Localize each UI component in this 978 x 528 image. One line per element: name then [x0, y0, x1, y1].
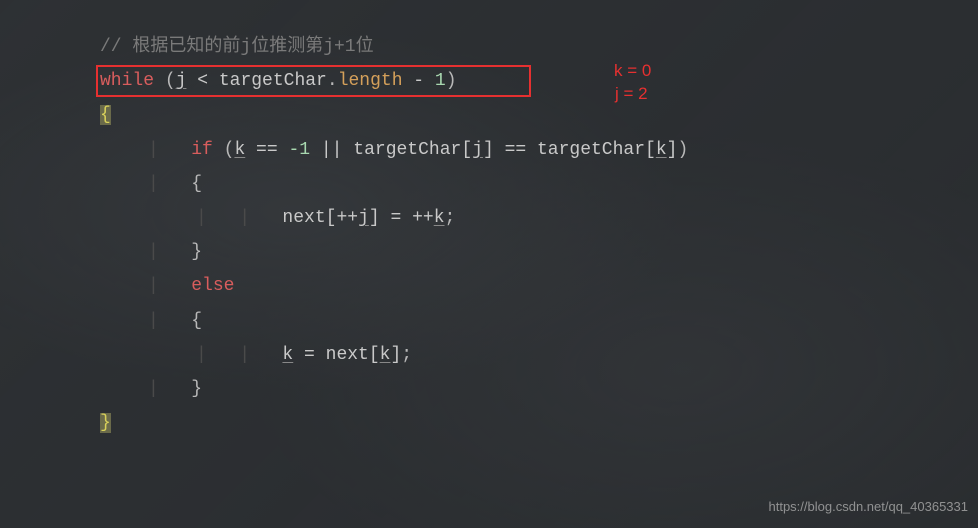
- code-line-else-brace-open: | {: [100, 304, 978, 338]
- watermark-text: https://blog.csdn.net/qq_40365331: [769, 495, 969, 520]
- code-line-k-assign: | | k = next[k];: [100, 338, 978, 372]
- code-line-next-assign: | | next[++j] = ++k;: [100, 201, 978, 235]
- code-line-if: | if (k == -1 || targetChar[j] == target…: [100, 133, 978, 167]
- code-line-brace-open: {: [100, 98, 978, 132]
- code-editor[interactable]: // 根据已知的前j位推测第j+1位 while (j < targetChar…: [0, 0, 978, 440]
- code-line-else: | else: [100, 269, 978, 303]
- annotation-j: j = 2: [615, 78, 648, 110]
- code-line-while: while (j < targetChar.length - 1): [100, 64, 978, 98]
- code-line-brace-close: }: [100, 406, 978, 440]
- code-line-else-brace-close: | }: [100, 372, 978, 406]
- code-line-comment: // 根据已知的前j位推测第j+1位: [100, 30, 978, 64]
- code-line-if-brace-open: | {: [100, 167, 978, 201]
- code-line-if-brace-close: | }: [100, 235, 978, 269]
